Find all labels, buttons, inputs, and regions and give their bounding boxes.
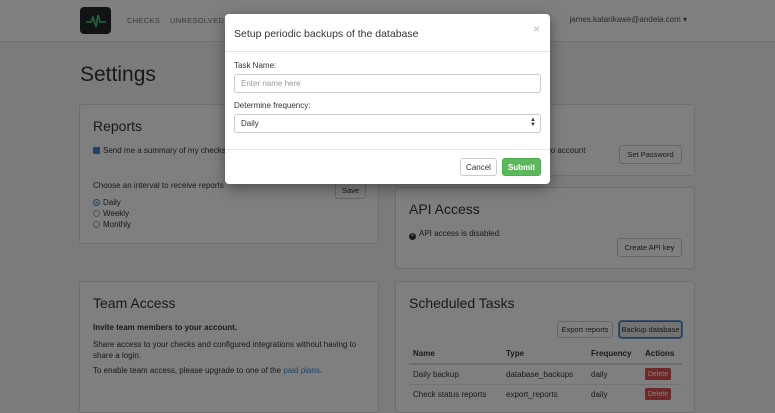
frequency-value: Daily <box>241 119 259 128</box>
select-arrows-icon: ▲ ▼ <box>530 117 536 128</box>
task-name-input[interactable]: Enter name here <box>234 74 541 93</box>
task-name-label: Task Name: <box>234 61 277 70</box>
modal-title: Setup periodic backups of the database <box>234 28 419 40</box>
close-icon[interactable]: × <box>533 22 540 36</box>
backup-modal: Setup periodic backups of the database ×… <box>225 14 550 184</box>
cancel-button[interactable]: Cancel <box>460 158 497 176</box>
submit-button[interactable]: Submit <box>502 158 541 176</box>
frequency-select[interactable]: Daily ▲ ▼ <box>234 114 541 133</box>
modal-header: Setup periodic backups of the database × <box>225 14 550 52</box>
modal-footer-divider <box>225 149 550 150</box>
frequency-label: Determine frequency: <box>234 101 311 110</box>
